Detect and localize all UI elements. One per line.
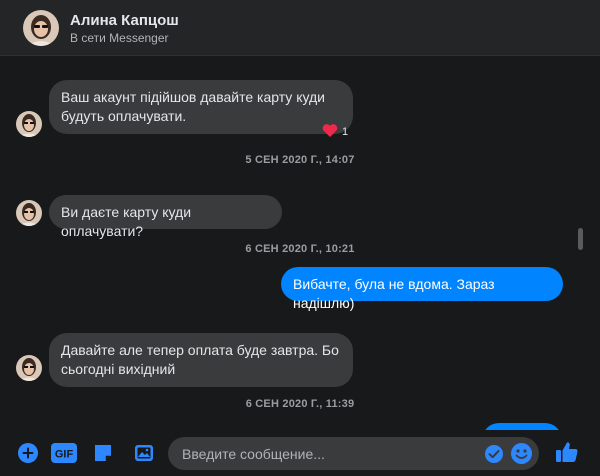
message-text-line: будуть оплачувати. bbox=[61, 108, 187, 124]
message-text-line: сьогодні вихідний bbox=[61, 361, 176, 377]
gif-icon[interactable]: GIF bbox=[51, 441, 77, 465]
message-input-container bbox=[168, 437, 539, 470]
sender-avatar[interactable] bbox=[16, 200, 42, 226]
message-text-line: Ваш акаунт підійшов давайте карту куди bbox=[61, 89, 325, 105]
heart-icon bbox=[322, 123, 338, 141]
message-bubble-outgoing[interactable] bbox=[482, 423, 562, 430]
sender-avatar[interactable] bbox=[16, 111, 42, 137]
message-text-line: Давайте але тепер оплата буде завтра. Бо bbox=[61, 342, 339, 358]
reaction-count: 1 bbox=[342, 126, 349, 138]
message-bubble-incoming[interactable]: Ваш акаунт підійшов давайте карту куди б… bbox=[49, 80, 353, 134]
message-text: Ви даєте карту куди оплачувати? bbox=[61, 204, 192, 239]
timestamp: 6 СЕН 2020 Г., 10:21 bbox=[245, 243, 355, 255]
message-reaction[interactable]: 1 bbox=[322, 123, 348, 141]
contact-name[interactable]: Алина Капцош bbox=[70, 12, 179, 29]
message-bubble-incoming[interactable]: Ви даєте карту куди оплачувати? bbox=[49, 195, 282, 239]
send-check-icon[interactable] bbox=[484, 444, 504, 464]
emoji-icon[interactable] bbox=[510, 442, 533, 465]
message-text: Вибачте, була не вдома. Зараз надішлю) bbox=[293, 276, 495, 311]
contact-avatar[interactable] bbox=[23, 10, 59, 46]
gif-label: GIF bbox=[55, 449, 74, 461]
contact-status: В сети Messenger bbox=[70, 31, 169, 45]
message-bubble-incoming[interactable]: Давайте але тепер оплата буде завтра. Бо… bbox=[49, 333, 353, 387]
chat-header: Алина Капцош В сети Messenger bbox=[0, 0, 600, 56]
plus-icon[interactable] bbox=[16, 441, 40, 465]
message-list[interactable]: Ваш акаунт підійшов давайте карту куди б… bbox=[0, 57, 600, 430]
like-icon[interactable] bbox=[554, 439, 580, 465]
composer-bar: GIF bbox=[0, 430, 600, 476]
timestamp: 6 СЕН 2020 Г., 11:39 bbox=[245, 398, 355, 410]
sticker-icon[interactable] bbox=[91, 441, 115, 465]
image-icon[interactable] bbox=[132, 441, 156, 465]
scrollbar-thumb[interactable] bbox=[578, 228, 583, 250]
message-input[interactable] bbox=[182, 444, 482, 464]
sender-avatar[interactable] bbox=[16, 355, 42, 381]
timestamp: 5 СЕН 2020 Г., 14:07 bbox=[245, 154, 355, 166]
message-bubble-outgoing[interactable]: Вибачте, була не вдома. Зараз надішлю) bbox=[281, 267, 563, 311]
